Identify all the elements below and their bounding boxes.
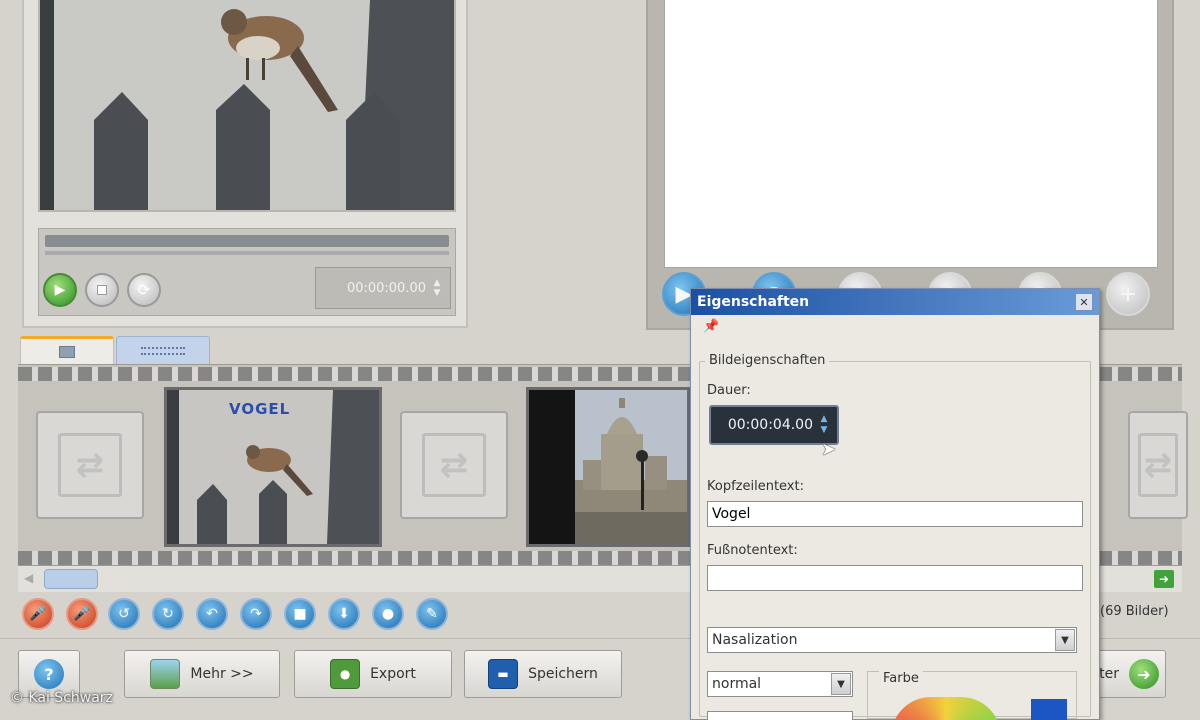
timeline-tab-icon — [141, 346, 185, 355]
microphone-off-icon: 🎤 — [73, 606, 91, 622]
crop-button[interactable]: ■ — [284, 598, 316, 630]
preview-timecode-field[interactable]: 00:00:00.00 ▲ ▼ — [315, 267, 451, 309]
footnote-text-input[interactable] — [707, 565, 1083, 591]
output-preview-canvas — [664, 0, 1158, 268]
play-icon: ▶ — [54, 282, 66, 298]
preview-panel: ▶ ⟳ 00:00:00.00 ▲ ▼ — [22, 0, 468, 328]
header-text-label: Kopfzeilentext: — [707, 479, 804, 494]
clip-title-overlay: VOGEL — [229, 400, 291, 418]
font-style-select-value: normal — [712, 676, 762, 692]
transition-placeholder-icon: ⇄ — [422, 433, 486, 497]
sparrow-preview-image — [40, 0, 454, 210]
transition-placeholder-icon: ⇄ — [1138, 433, 1178, 497]
crop-icon: ■ — [293, 606, 307, 622]
duration-value: 00:00:04.00 — [727, 417, 813, 433]
copyright-watermark: © Kai Schwarz — [10, 690, 113, 706]
redo-button[interactable]: ↷ — [240, 598, 272, 630]
clip-thumbnail[interactable] — [526, 387, 690, 547]
header-text-input[interactable] — [707, 501, 1083, 527]
export-button[interactable]: ● Export — [294, 650, 452, 698]
next-button-label: ter — [1099, 666, 1119, 682]
record-audio-off-button[interactable]: 🎤 — [66, 598, 98, 630]
next-button[interactable]: ter ➜ — [1090, 650, 1166, 698]
stop-button[interactable] — [85, 273, 119, 307]
more-button[interactable]: Mehr >> — [124, 650, 280, 698]
image-count-label: (69 Bilder) — [1100, 604, 1169, 619]
loop-icon: ⟳ — [137, 281, 151, 299]
help-icon: ? — [34, 659, 64, 689]
chevron-down-icon[interactable]: ▼ — [1055, 629, 1075, 651]
font-select-value: Nasalization — [712, 632, 798, 648]
dialog-titlebar[interactable]: Eigenschaften — [691, 289, 1099, 315]
preview-timecode-value: 00:00:00.00 — [346, 280, 426, 296]
stop-icon — [97, 285, 107, 295]
scrollbar-thumb[interactable] — [44, 569, 98, 589]
rotate-left-icon: ↺ — [118, 606, 130, 622]
playback-progress-track[interactable] — [45, 235, 449, 247]
effects-button[interactable]: ● — [372, 598, 404, 630]
more-button-label: Mehr >> — [190, 666, 254, 682]
edit-button[interactable]: ✎ — [416, 598, 448, 630]
dialog-close-button[interactable]: ✕ — [1075, 293, 1093, 311]
duration-spinner-icon[interactable]: ▲ ▼ — [817, 412, 831, 438]
font-style-select[interactable]: normal ▼ — [707, 671, 853, 697]
color-swatch[interactable] — [1031, 699, 1067, 720]
save-button[interactable]: ▬ Speichern — [464, 650, 622, 698]
scroll-right-icon[interactable]: ➜ — [1154, 570, 1174, 588]
chevron-down-icon[interactable]: ▼ — [831, 673, 851, 695]
plus-icon: + — [1118, 281, 1138, 307]
transition-slot[interactable]: ⇄ — [1128, 411, 1188, 519]
duration-field[interactable]: 00:00:04.00 ▲ ▼ — [709, 405, 839, 445]
pin-icon[interactable]: 📌 — [703, 319, 725, 335]
export-icon: ● — [330, 659, 361, 689]
transition-slot[interactable]: ⇄ — [36, 411, 144, 519]
microphone-icon: 🎤 — [29, 606, 47, 622]
footnote-text-label: Fußnotentext: — [707, 543, 798, 558]
image-icon — [150, 659, 181, 689]
close-icon: ✕ — [1079, 295, 1089, 309]
mouse-cursor-icon: ➤ — [821, 439, 837, 460]
tab-timeline[interactable] — [116, 336, 210, 364]
arrow-right-icon: ➜ — [1129, 659, 1159, 689]
move-down-button[interactable]: ⬇ — [328, 598, 360, 630]
scroll-left-icon[interactable]: ◀ — [24, 571, 33, 585]
loop-button[interactable]: ⟳ — [127, 273, 161, 307]
arrow-down-icon: ⬇ — [338, 606, 350, 622]
effects-icon: ● — [381, 606, 395, 622]
player-controls: ▶ ⟳ 00:00:00.00 ▲ ▼ — [38, 228, 456, 316]
dialog-title: Eigenschaften — [697, 294, 810, 310]
font-size-select[interactable] — [707, 711, 853, 720]
record-audio-button[interactable]: 🎤 — [22, 598, 54, 630]
building-clip-image — [529, 390, 687, 544]
properties-dialog: Eigenschaften ✕ 📌 Bildeigenschaften Daue… — [690, 288, 1100, 720]
undo-button[interactable]: ↶ — [196, 598, 228, 630]
color-label: Farbe — [879, 671, 923, 686]
output-preview-panel: ▶ ● ● ● ● + — [646, 0, 1174, 330]
undo-icon: ↶ — [206, 606, 218, 622]
export-button-label: Export — [370, 666, 416, 682]
transition-slot[interactable]: ⇄ — [400, 411, 508, 519]
add-button[interactable]: + — [1106, 272, 1150, 316]
duration-label: Dauer: — [707, 383, 751, 398]
save-button-label: Speichern — [528, 666, 598, 682]
pencil-icon: ✎ — [426, 606, 438, 622]
redo-icon: ↷ — [250, 606, 262, 622]
rotate-left-button[interactable]: ↺ — [108, 598, 140, 630]
tab-photos[interactable] — [20, 336, 114, 364]
play-button[interactable]: ▶ — [43, 273, 77, 307]
image-properties-group-title: Bildeigenschaften — [705, 353, 830, 368]
rotate-right-icon: ↻ — [162, 606, 174, 622]
timecode-spinner-icon[interactable]: ▲ ▼ — [430, 277, 444, 299]
clip-thumbnail[interactable]: VOGEL — [164, 387, 382, 547]
photo-tab-icon — [59, 345, 75, 358]
preview-video — [38, 0, 456, 212]
font-select[interactable]: Nasalization ▼ — [707, 627, 1077, 653]
rotate-right-button[interactable]: ↻ — [152, 598, 184, 630]
floppy-disk-icon: ▬ — [488, 659, 519, 689]
playback-progress-line — [45, 251, 449, 255]
transition-placeholder-icon: ⇄ — [58, 433, 122, 497]
